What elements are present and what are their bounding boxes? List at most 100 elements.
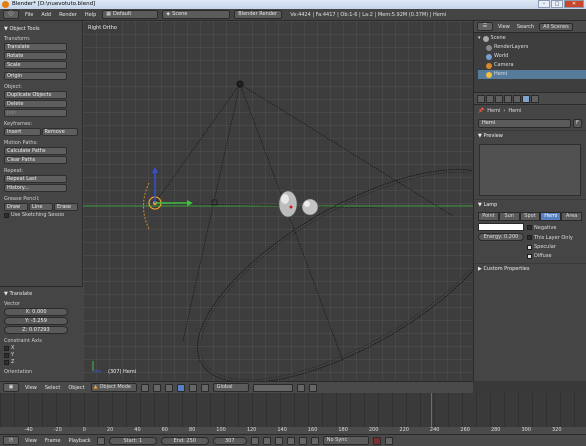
manipulator-toggle-icon[interactable] xyxy=(164,383,173,392)
menu-view[interactable]: View xyxy=(23,385,39,391)
play-reverse-icon[interactable] xyxy=(274,436,283,445)
y-manipulator-arrow[interactable] xyxy=(187,200,193,206)
negative-toggle[interactable]: Negative xyxy=(527,225,556,231)
jump-end-icon[interactable] xyxy=(310,436,319,445)
outliner-item-hemi[interactable]: Hemi xyxy=(478,70,586,79)
menu-select[interactable]: Select xyxy=(43,385,62,391)
outliner-item-world[interactable]: World xyxy=(478,52,586,61)
next-keyframe-icon[interactable] xyxy=(298,436,307,445)
jump-start-icon[interactable] xyxy=(250,436,259,445)
outliner-item-renderlayers[interactable]: RenderLayers xyxy=(478,43,586,52)
translate-panel-header[interactable]: ▼ Translate xyxy=(4,291,79,297)
lamp-type-point[interactable]: Point xyxy=(478,212,499,221)
editor-type-icon[interactable]: ⓘ xyxy=(3,10,19,19)
outliner-scope-selector[interactable]: All Scenes xyxy=(539,22,573,31)
constraint-y-checkbox[interactable] xyxy=(4,352,9,358)
preview-range-icon[interactable] xyxy=(96,436,105,445)
calculate-paths-button[interactable]: Calculate Paths xyxy=(4,147,67,155)
3d-viewport[interactable]: Right Ortho (307) Hemi xyxy=(83,21,473,381)
transform-orientation-selector[interactable]: Global xyxy=(212,383,249,392)
this-layer-only-checkbox[interactable] xyxy=(527,235,532,240)
lamp-type-hemi[interactable]: Hemi xyxy=(540,212,562,221)
render-engine-selector[interactable]: Blender Render xyxy=(234,10,283,19)
repeat-last-button[interactable]: Repeat Last xyxy=(4,175,67,183)
scale-button[interactable]: Scale xyxy=(4,61,67,69)
energy-field[interactable]: Energy: 0.200 xyxy=(478,233,524,241)
expand-arrow-icon[interactable]: ▾ xyxy=(478,34,481,43)
insert-keyframe-button[interactable]: Insert xyxy=(4,128,41,136)
constraint-y[interactable]: Y xyxy=(4,352,79,358)
lamp-type-sun[interactable]: Sun xyxy=(498,212,520,221)
constraint-z[interactable]: Z xyxy=(4,359,79,365)
current-frame-field[interactable]: 307 xyxy=(212,436,247,445)
object-tab-icon[interactable] xyxy=(504,94,512,103)
scene-selector[interactable]: ◈ Scene xyxy=(162,10,231,19)
outliner-menu-view[interactable]: View xyxy=(496,24,512,30)
editor-type-outliner-icon[interactable]: ☰ xyxy=(477,22,493,31)
constraint-x-checkbox[interactable] xyxy=(4,345,9,351)
rotate-manipulator-icon[interactable] xyxy=(188,383,197,392)
this-layer-only-toggle[interactable]: This Layer Only xyxy=(527,235,573,241)
custom-properties-header[interactable]: ▶ Custom Properties xyxy=(474,263,586,274)
lamp-data-tab-icon[interactable] xyxy=(522,94,530,103)
scene-tab-icon[interactable] xyxy=(486,94,494,103)
constraint-x[interactable]: X xyxy=(4,345,79,351)
start-frame-field[interactable]: Start: 1 xyxy=(108,436,157,445)
mesh-object-1[interactable] xyxy=(278,190,298,218)
pin-icon[interactable]: 📌 xyxy=(478,108,484,114)
layer-buttons-icon[interactable] xyxy=(252,383,293,392)
constraints-tab-icon[interactable] xyxy=(513,94,521,103)
grease-line-button[interactable]: Line xyxy=(29,203,53,211)
specular-checkbox[interactable] xyxy=(527,244,532,250)
outliner-item-scene[interactable]: ▾ Scene xyxy=(478,34,586,43)
history-button[interactable]: History... xyxy=(4,184,67,192)
menu-object[interactable]: Object xyxy=(66,385,86,391)
sketching-session-checkbox[interactable] xyxy=(4,212,9,218)
auto-keying-icon[interactable] xyxy=(372,436,381,445)
current-frame-marker[interactable] xyxy=(431,393,432,427)
timeline-menu-frame[interactable]: Frame xyxy=(43,438,63,444)
menu-help[interactable]: Help xyxy=(83,12,98,18)
render-tab-icon[interactable] xyxy=(477,94,485,103)
negative-checkbox[interactable] xyxy=(527,225,532,230)
sketching-session-toggle[interactable]: Use Sketching Sessio xyxy=(4,212,78,218)
menu-add[interactable]: Add xyxy=(39,12,53,18)
lamp-name-input[interactable]: Hemi xyxy=(478,119,571,128)
play-icon[interactable] xyxy=(286,436,295,445)
remove-keyframe-button[interactable]: Remove xyxy=(41,128,78,136)
translate-button[interactable]: Translate xyxy=(4,43,67,51)
grease-draw-button[interactable]: Draw xyxy=(4,203,28,211)
end-frame-field[interactable]: End: 250 xyxy=(160,436,209,445)
join-button[interactable]: Join xyxy=(4,109,67,117)
grease-erase-button[interactable]: Erase xyxy=(54,203,78,211)
world-tab-icon[interactable] xyxy=(495,94,503,103)
vector-x-field[interactable]: X: 0.000 xyxy=(4,308,68,316)
sync-mode-selector[interactable]: No Sync xyxy=(322,436,369,445)
timeline-menu-playback[interactable]: Playback xyxy=(66,438,92,444)
z-manipulator-arrow[interactable] xyxy=(152,167,158,173)
editor-type-3dview-icon[interactable]: ▣ xyxy=(3,383,19,392)
constraint-z-checkbox[interactable] xyxy=(4,359,9,365)
minimize-button[interactable]: – xyxy=(538,0,550,8)
fake-user-button[interactable]: F xyxy=(573,119,582,128)
render-preview-icon[interactable] xyxy=(308,383,317,392)
snap-icon[interactable] xyxy=(296,383,305,392)
outliner-item-camera[interactable]: Camera xyxy=(478,61,586,70)
timeline-menu-view[interactable]: View xyxy=(23,438,39,444)
lamp-color-swatch[interactable] xyxy=(478,223,524,231)
viewport-shading-icon[interactable] xyxy=(140,383,149,392)
lamp-type-spot[interactable]: Spot xyxy=(519,212,541,221)
timeline-area[interactable]: -40 -20 0 20 40 60 80 100 120 140 160 180 200 220 240 2… xyxy=(0,393,586,434)
editor-type-timeline-icon[interactable]: ◷ xyxy=(3,436,19,445)
outliner-menu-search[interactable]: Search xyxy=(515,24,536,30)
texture-tab-icon[interactable] xyxy=(531,94,539,103)
vector-z-field[interactable]: Z: 0.07293 xyxy=(4,326,68,334)
origin-button[interactable]: Origin xyxy=(4,72,67,80)
clear-paths-button[interactable]: Clear Paths xyxy=(4,156,67,164)
diffuse-toggle[interactable]: Diffuse xyxy=(527,253,552,259)
camera-origin[interactable] xyxy=(236,80,244,88)
rotate-button[interactable]: Rotate xyxy=(4,52,67,60)
mode-selector[interactable]: ▲ Object Mode xyxy=(90,383,137,392)
translate-manipulator-icon[interactable] xyxy=(176,383,185,392)
maximize-button[interactable]: □ xyxy=(551,0,563,8)
